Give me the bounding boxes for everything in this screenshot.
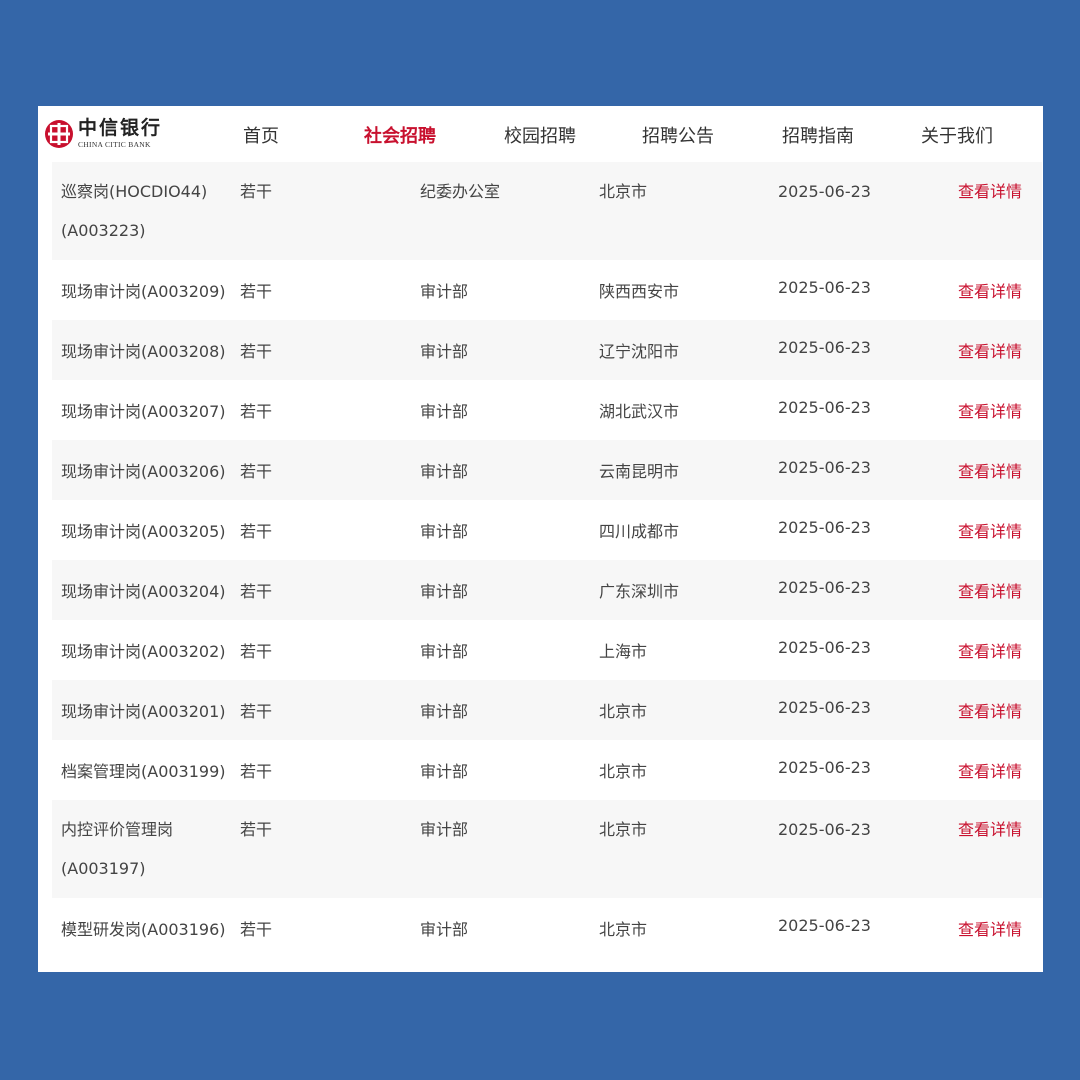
view-details-link[interactable]: 查看详情 xyxy=(958,458,1022,482)
job-date: 2025-06-23 xyxy=(778,458,871,477)
job-title: 现场审计岗(A003207) xyxy=(61,402,226,421)
job-headcount: 若干 xyxy=(240,702,273,721)
content-card: 中信银行 CHINA CITIC BANK 首页 社会招聘 校园招聘 招聘公告 … xyxy=(38,106,1043,972)
table-row: 巡察岗(HOCDIO44)(A003223) 若干 纪委办公室 北京市 2025… xyxy=(52,162,1042,260)
job-title: 现场审计岗(A003209) xyxy=(61,282,226,301)
job-department: 审计部 xyxy=(420,522,469,541)
job-department: 审计部 xyxy=(420,762,469,781)
job-date: 2025-06-23 xyxy=(778,638,871,657)
job-title: 模型研发岗(A003196) xyxy=(61,920,226,939)
view-details-link[interactable]: 查看详情 xyxy=(958,578,1022,602)
citic-logo[interactable]: 中信银行 CHINA CITIC BANK xyxy=(44,119,162,149)
job-title: 现场审计岗(A003208) xyxy=(61,342,226,361)
job-headcount: 若干 xyxy=(240,642,273,661)
job-title: 现场审计岗(A003206) xyxy=(61,462,226,481)
view-details-link[interactable]: 查看详情 xyxy=(958,758,1022,782)
nav-recruitment-guide[interactable]: 招聘指南 xyxy=(782,122,854,148)
job-headcount: 若干 xyxy=(240,522,273,541)
citic-logo-icon xyxy=(45,120,73,148)
job-date: 2025-06-23 xyxy=(778,398,871,417)
job-title: 内控评价管理岗(A003197) xyxy=(61,820,174,878)
table-row: 内控评价管理岗(A003197) 若干 审计部 北京市 2025-06-23 查… xyxy=(52,800,1042,898)
job-department: 审计部 xyxy=(420,462,469,481)
job-headcount: 若干 xyxy=(240,462,273,481)
table-row: 现场审计岗(A003207) 若干 审计部 湖北武汉市 2025-06-23 查… xyxy=(52,380,1042,440)
job-location: 陕西西安市 xyxy=(599,282,680,301)
table-row: 现场审计岗(A003204) 若干 审计部 广东深圳市 2025-06-23 查… xyxy=(52,560,1042,620)
nav-about-us[interactable]: 关于我们 xyxy=(921,122,993,148)
job-location: 北京市 xyxy=(599,702,648,721)
job-date: 2025-06-23 xyxy=(778,698,871,717)
job-department: 审计部 xyxy=(420,702,469,721)
nav-campus-recruitment[interactable]: 校园招聘 xyxy=(504,122,576,148)
job-date: 2025-06-23 xyxy=(778,182,871,201)
job-headcount: 若干 xyxy=(240,820,273,839)
job-date: 2025-06-23 xyxy=(778,916,871,935)
table-row: 档案管理岗(A003199) 若干 审计部 北京市 2025-06-23 查看详… xyxy=(52,740,1042,800)
view-details-link[interactable]: 查看详情 xyxy=(958,698,1022,722)
table-row: 现场审计岗(A003208) 若干 审计部 辽宁沈阳市 2025-06-23 查… xyxy=(52,320,1042,380)
job-date: 2025-06-23 xyxy=(778,338,871,357)
job-date: 2025-06-23 xyxy=(778,278,871,297)
job-title: 现场审计岗(A003205) xyxy=(61,522,226,541)
logo-name-cn: 中信银行 xyxy=(78,117,163,140)
table-row: 现场审计岗(A003209) 若干 审计部 陕西西安市 2025-06-23 查… xyxy=(52,260,1042,320)
job-department: 审计部 xyxy=(420,582,469,601)
job-location: 湖北武汉市 xyxy=(599,402,680,421)
job-title: 现场审计岗(A003201) xyxy=(61,702,226,721)
job-location: 辽宁沈阳市 xyxy=(599,342,680,361)
logo-name-en: CHINA CITIC BANK xyxy=(78,140,151,150)
table-row: 现场审计岗(A003202) 若干 审计部 上海市 2025-06-23 查看详… xyxy=(52,620,1042,680)
table-row: 模型研发岗(A003196) 若干 审计部 北京市 2025-06-23 查看详… xyxy=(52,898,1042,958)
job-headcount: 若干 xyxy=(240,762,273,781)
job-date: 2025-06-23 xyxy=(778,518,871,537)
job-department: 审计部 xyxy=(420,920,469,939)
job-date: 2025-06-23 xyxy=(778,820,871,839)
top-navbar: 中信银行 CHINA CITIC BANK 首页 社会招聘 校园招聘 招聘公告 … xyxy=(38,106,1043,162)
table-row: 现场审计岗(A003201) 若干 审计部 北京市 2025-06-23 查看详… xyxy=(52,680,1042,740)
view-details-link[interactable]: 查看详情 xyxy=(958,810,1022,849)
job-location: 北京市 xyxy=(599,820,648,839)
job-location: 上海市 xyxy=(599,642,648,661)
nav-social-recruitment[interactable]: 社会招聘 xyxy=(364,122,436,148)
job-department: 审计部 xyxy=(420,282,469,301)
job-department: 审计部 xyxy=(420,402,469,421)
job-department: 审计部 xyxy=(420,642,469,661)
job-headcount: 若干 xyxy=(240,920,273,939)
job-headcount: 若干 xyxy=(240,402,273,421)
job-title: 巡察岗(HOCDIO44)(A003223) xyxy=(61,182,208,240)
job-department: 审计部 xyxy=(420,820,469,839)
job-title: 档案管理岗(A003199) xyxy=(61,762,226,781)
job-department: 审计部 xyxy=(420,342,469,361)
table-row: 现场审计岗(A003206) 若干 审计部 云南昆明市 2025-06-23 查… xyxy=(52,440,1042,500)
job-headcount: 若干 xyxy=(240,582,273,601)
job-date: 2025-06-23 xyxy=(778,758,871,777)
view-details-link[interactable]: 查看详情 xyxy=(958,518,1022,542)
job-location: 广东深圳市 xyxy=(599,582,680,601)
job-headcount: 若干 xyxy=(240,282,273,301)
view-details-link[interactable]: 查看详情 xyxy=(958,398,1022,422)
view-details-link[interactable]: 查看详情 xyxy=(958,278,1022,302)
job-headcount: 若干 xyxy=(240,342,273,361)
job-location: 北京市 xyxy=(599,762,648,781)
view-details-link[interactable]: 查看详情 xyxy=(958,916,1022,940)
job-location: 云南昆明市 xyxy=(599,462,680,481)
job-date: 2025-06-23 xyxy=(778,578,871,597)
job-title: 现场审计岗(A003202) xyxy=(61,642,226,661)
job-department: 纪委办公室 xyxy=(420,182,501,201)
nav-home[interactable]: 首页 xyxy=(243,122,279,148)
job-location: 四川成都市 xyxy=(599,522,680,541)
job-headcount: 若干 xyxy=(240,182,273,201)
job-location: 北京市 xyxy=(599,182,648,201)
nav-recruitment-notices[interactable]: 招聘公告 xyxy=(642,122,714,148)
job-location: 北京市 xyxy=(599,920,648,939)
view-details-link[interactable]: 查看详情 xyxy=(958,338,1022,362)
view-details-link[interactable]: 查看详情 xyxy=(958,172,1022,211)
view-details-link[interactable]: 查看详情 xyxy=(958,638,1022,662)
job-title: 现场审计岗(A003204) xyxy=(61,582,226,601)
job-list: 巡察岗(HOCDIO44)(A003223) 若干 纪委办公室 北京市 2025… xyxy=(52,162,1042,958)
table-row: 现场审计岗(A003205) 若干 审计部 四川成都市 2025-06-23 查… xyxy=(52,500,1042,560)
